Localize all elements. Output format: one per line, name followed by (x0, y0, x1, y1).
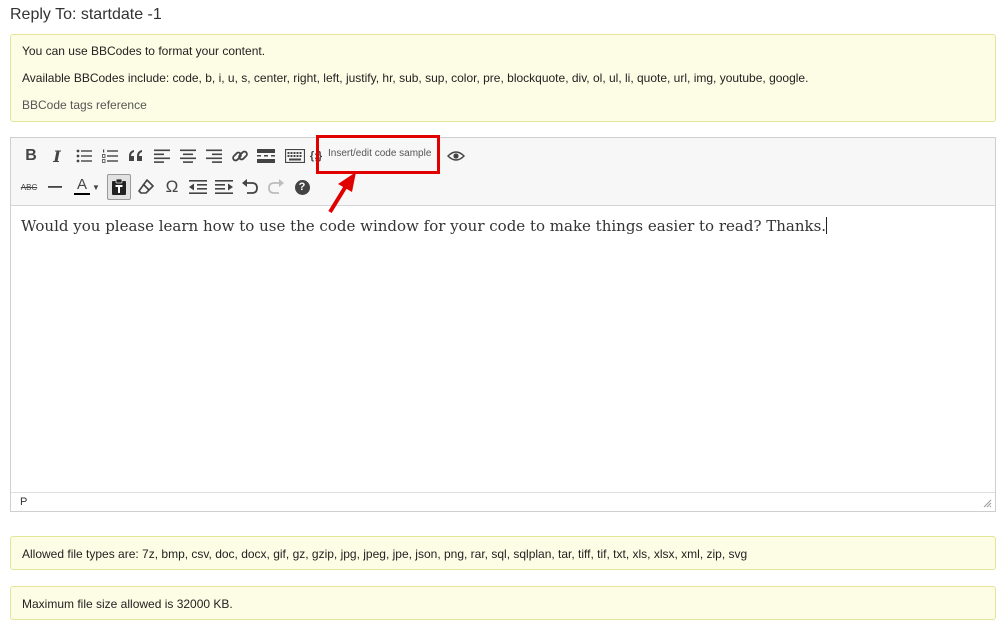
bullet-list-button[interactable] (72, 143, 96, 169)
allowed-file-types-notice: Allowed file types are: 7z, bmp, csv, do… (10, 536, 996, 570)
editor-text: Would you please learn how to use the co… (21, 217, 827, 235)
page-title: Reply To: startdate -1 (10, 6, 162, 23)
align-left-button[interactable] (150, 143, 174, 169)
special-character-button[interactable]: Ω (160, 174, 184, 200)
numbered-list-button[interactable] (98, 143, 122, 169)
preview-button[interactable] (444, 143, 468, 169)
align-right-button[interactable] (202, 143, 226, 169)
numbered-list-icon (102, 149, 118, 163)
link-button[interactable] (228, 143, 252, 169)
editor-toolbar: B I {;} Insert/edit code sample ABC A ▼ … (11, 138, 995, 206)
editor-statusbar: P (11, 492, 995, 511)
bold-button[interactable]: B (20, 143, 42, 169)
omega-icon: Ω (165, 177, 179, 196)
paste-text-button[interactable] (107, 174, 131, 200)
rich-text-editor: B I {;} Insert/edit code sample ABC A ▼ … (10, 137, 996, 512)
strikethrough-button[interactable]: ABC (17, 174, 41, 200)
indent-button[interactable] (212, 174, 236, 200)
read-more-icon (257, 149, 275, 163)
undo-button[interactable] (238, 174, 262, 200)
chevron-down-icon: ▼ (92, 182, 100, 192)
indent-icon (215, 180, 233, 194)
max-file-size-text: Maximum file size allowed is 32000 KB. (22, 597, 233, 611)
paste-text-icon (112, 178, 126, 195)
blockquote-button[interactable] (124, 143, 148, 169)
bold-icon: B (25, 147, 37, 164)
text-color-button[interactable]: A ▼ (70, 174, 104, 200)
help-icon: ? (294, 179, 310, 195)
text-color-icon: A (74, 177, 91, 195)
horizontal-line-button[interactable] (44, 174, 66, 200)
clear-formatting-button[interactable] (134, 174, 158, 200)
align-center-button[interactable] (176, 143, 200, 169)
allowed-file-types-text: Allowed file types are: 7z, bmp, csv, do… (22, 547, 748, 561)
redo-icon (268, 179, 284, 194)
redo-button[interactable] (264, 174, 288, 200)
quote-icon (129, 150, 142, 161)
italic-button[interactable]: I (46, 143, 68, 169)
bbcode-list: Available BBCodes include: code, b, i, u… (22, 71, 809, 85)
align-right-icon (206, 149, 222, 163)
element-path[interactable]: P (20, 496, 27, 508)
strikethrough-icon: ABC (20, 182, 38, 192)
help-button[interactable]: ? (290, 174, 314, 200)
editor-content-area[interactable]: Would you please learn how to use the co… (11, 207, 995, 493)
bullet-list-icon (76, 149, 92, 163)
bbcode-intro: You can use BBCodes to format your conte… (22, 44, 266, 58)
annotation-arrow-icon (328, 172, 356, 214)
undo-icon (242, 179, 258, 194)
align-center-icon (180, 149, 196, 163)
align-left-icon (154, 149, 170, 163)
outdent-button[interactable] (186, 174, 210, 200)
eraser-icon (138, 179, 154, 194)
link-icon (232, 150, 248, 162)
annotation-highlight-box (316, 135, 440, 174)
bbcode-notice: You can use BBCodes to format your conte… (10, 34, 996, 122)
outdent-icon (189, 180, 207, 194)
read-more-button[interactable] (254, 143, 278, 169)
eye-icon (447, 151, 465, 161)
keyboard-icon (285, 149, 305, 163)
italic-icon: I (53, 146, 61, 166)
toolbar-toggle-button[interactable] (282, 143, 308, 169)
max-file-size-notice: Maximum file size allowed is 32000 KB. (10, 586, 996, 620)
text-caret (826, 217, 828, 234)
horizontal-line-icon (48, 186, 62, 188)
resize-handle-icon[interactable] (983, 499, 992, 508)
bbcode-reference-link[interactable]: BBCode tags reference (22, 98, 984, 112)
